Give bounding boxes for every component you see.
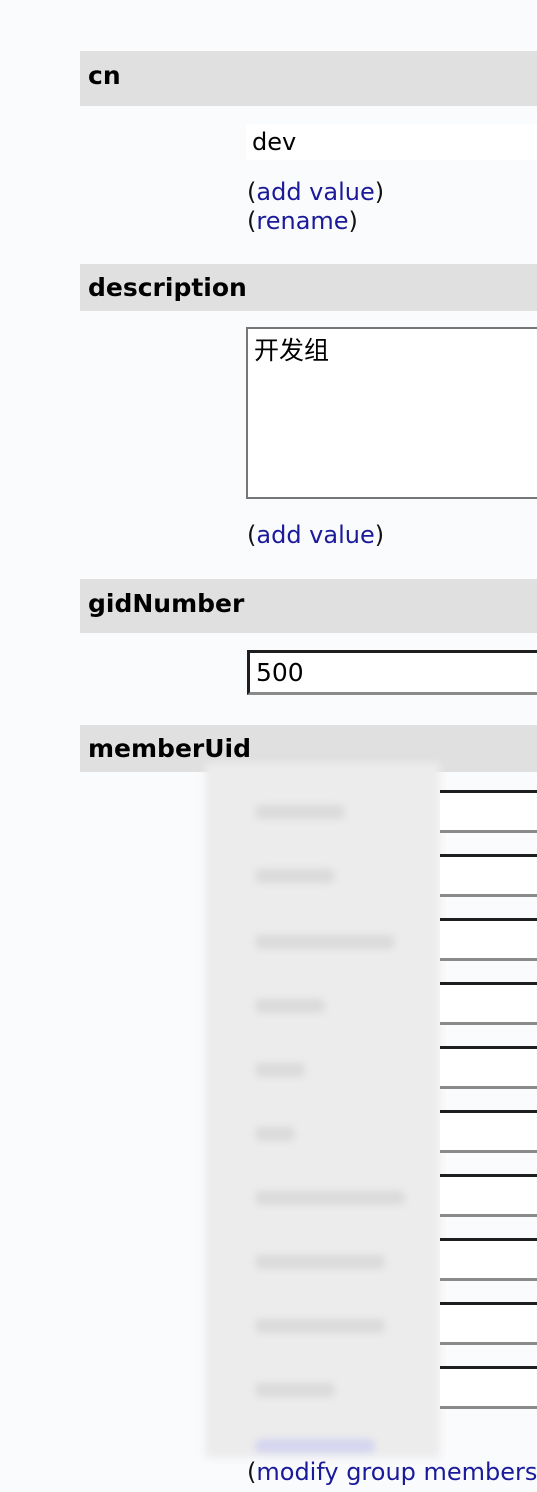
memberuid-input[interactable] bbox=[440, 790, 537, 833]
memberuid-input[interactable] bbox=[440, 918, 537, 961]
description-textarea[interactable]: 开发组 bbox=[246, 327, 537, 499]
memberuid-input[interactable] bbox=[440, 1110, 537, 1153]
attr-header-description: description bbox=[80, 264, 537, 311]
cn-rename-link-wrapper: (rename) bbox=[247, 207, 358, 235]
memberuid-input[interactable] bbox=[440, 854, 537, 897]
memberuid-input[interactable] bbox=[440, 1174, 537, 1217]
cn-rename-link[interactable]: rename bbox=[256, 207, 348, 235]
description-add-value-link[interactable]: add value bbox=[256, 521, 374, 549]
attr-label-memberuid: memberUid bbox=[88, 734, 252, 763]
memberuid-input[interactable] bbox=[440, 1366, 537, 1409]
cn-add-value-link[interactable]: add value bbox=[256, 178, 374, 206]
attr-header-cn: cn bbox=[80, 51, 537, 106]
cn-value: dev bbox=[246, 124, 537, 160]
gidnumber-input-text: 500 bbox=[256, 658, 304, 687]
memberuid-input[interactable] bbox=[440, 982, 537, 1025]
description-textarea-text: 开发组 bbox=[254, 336, 330, 365]
attr-label-description: description bbox=[88, 273, 247, 302]
gidnumber-input[interactable]: 500 bbox=[247, 650, 537, 695]
attr-label-cn: cn bbox=[88, 61, 121, 90]
memberuid-input[interactable] bbox=[440, 1238, 537, 1281]
modify-group-members-link[interactable]: modify group members bbox=[256, 1458, 537, 1486]
description-add-value-link-wrapper: (add value) bbox=[247, 521, 385, 549]
memberuid-input[interactable] bbox=[440, 1046, 537, 1089]
cn-value-text: dev bbox=[252, 128, 297, 156]
memberuid-input[interactable] bbox=[440, 1302, 537, 1345]
attr-label-gidnumber: gidNumber bbox=[88, 589, 245, 618]
redacted-member-list bbox=[205, 763, 440, 1458]
cn-add-value-link-wrapper: (add value) bbox=[247, 178, 385, 206]
attr-header-gidnumber: gidNumber bbox=[80, 579, 537, 633]
modify-group-members-link-wrapper: (modify group members bbox=[247, 1458, 537, 1486]
